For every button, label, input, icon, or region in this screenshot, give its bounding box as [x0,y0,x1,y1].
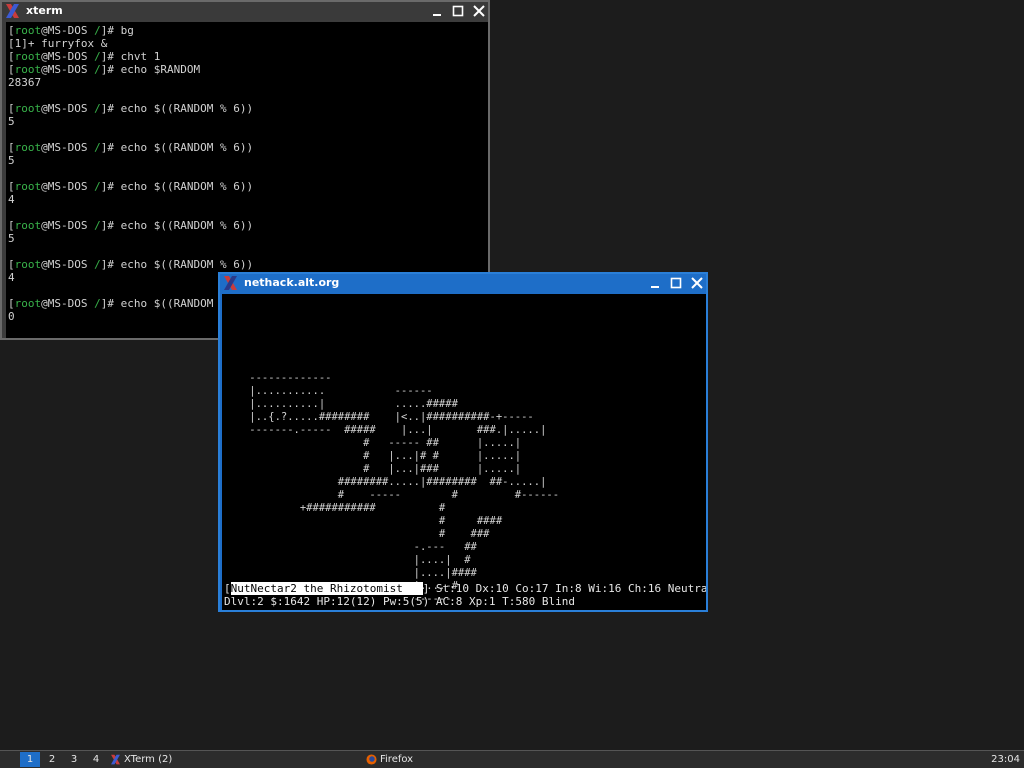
x-logo-icon [6,4,19,18]
terminal-text: bg [120,24,134,37]
task-xterm-label: XTerm (2) [124,754,173,765]
taskbar: 1 2 3 4 XTerm (2) Firefox 23:04 [0,750,1024,768]
nethack-title: nethack.alt.org [244,276,340,289]
character-stats: ] St:10 Dx:10 Co:17 In:8 Wi:16 Ch:16 Neu… [422,582,706,595]
shell-prompt: [root@MS-DOS /]# [8,141,121,154]
status-line-2: Dlvl:2 $:1642 HP:12(12) Pw:5(5) AC:8 Xp:… [224,595,575,608]
terminal-text: 4 [8,193,15,206]
workspace-2[interactable]: 2 [42,752,62,767]
terminal-text: echo $RANDOM [120,63,201,76]
map-row: # #### [224,515,503,527]
terminal-text: 4 [8,271,15,284]
terminal-text: echo $((RANDOM % 6)) [120,141,254,154]
terminal-line: [root@MS-DOS /]# echo $((RANDOM % 6)) [8,258,488,271]
terminal-line: [root@MS-DOS /]# echo $((RANDOM % 6)) [8,180,488,193]
shell-prompt: [root@MS-DOS /]# [8,297,121,310]
terminal-text: echo $((RANDOM % 6)) [120,258,254,271]
shell-prompt: [root@MS-DOS /]# [8,336,121,338]
map-row: -------.----- ##### |...| ###.|.....| [224,424,547,436]
map-row: ########.....|######## ##-.....| [224,476,547,488]
terminal-text: 0 [8,310,15,323]
terminal-text: 5 [8,115,15,128]
workspace-3[interactable]: 3 [64,752,84,767]
clock: 23:04 [991,754,1020,765]
shell-prompt: [root@MS-DOS /]# [8,102,121,115]
terminal-line: [root@MS-DOS /]# echo $RANDOM [8,63,488,76]
shell-prompt: [root@MS-DOS /]# [8,50,121,63]
maximize-icon[interactable] [669,276,683,290]
nethack-titlebar[interactable]: nethack.alt.org [220,274,706,292]
terminal-text: echo $((RANDOM % 6)) [120,219,254,232]
nethack-terminal[interactable]: ------------- |........... ------ |.....… [222,294,706,610]
map-row: # |...|### |.....| [224,463,522,475]
map-row: |..{.?.....######## |<..|##########-+---… [224,411,534,423]
map-row: -.--- ## [224,541,477,553]
map-row: # ### [224,528,490,540]
map-row: # ----- ## |.....| [224,437,522,449]
workspace-4[interactable]: 4 [86,752,106,767]
terminal-text: 28367 [8,76,42,89]
nethack-dungeon-map: ------------- |........... ------ |.....… [222,294,706,610]
shell-prompt: [root@MS-DOS /]# [8,63,121,76]
terminal-line: [root@MS-DOS /]# echo $((RANDOM % 6)) [8,102,488,115]
status-line-1: [NutNectar2 the Rhizotomist ] St:10 Dx:1… [224,582,706,595]
x-icon [111,754,120,765]
map-row: # ----- # #------ [224,489,560,501]
terminal-line: [root@MS-DOS /]# bg [8,24,488,37]
x-logo-icon [224,276,237,290]
nethack-window[interactable]: nethack.alt.org ------------- |.........… [218,272,708,612]
terminal-line: 4 [8,193,488,206]
map-row: +########### # [224,502,446,514]
character-name: NutNectar2 the Rhizotomist [230,582,403,595]
minimize-icon[interactable] [430,4,444,18]
workspace-1[interactable]: 1 [20,752,40,767]
minimize-icon[interactable] [648,276,662,290]
xterm-title: xterm [26,4,63,17]
map-row: |........... ------ [224,385,433,397]
terminal-text: chvt 1 [120,50,161,63]
map-row: |..........| .....##### [224,398,458,410]
terminal-text: echo $((RANDOM % 6)) [120,102,254,115]
maximize-icon[interactable] [451,4,465,18]
map-row: # |...|# # |.....| [224,450,522,462]
map-row: ------------- [224,372,332,384]
terminal-line: [root@MS-DOS /]# echo $((RANDOM % 6)) [8,219,488,232]
terminal-line: 5 [8,154,488,167]
close-icon[interactable] [690,276,704,290]
terminal-text: [1]+ furryfox & [8,37,108,50]
shell-prompt: [root@MS-DOS /]# [8,219,121,232]
terminal-line: 5 [8,115,488,128]
map-row: |....|#### [224,567,477,579]
task-firefox-label: Firefox [380,754,414,765]
terminal-line: [root@MS-DOS /]# echo $((RANDOM % 6)) [8,141,488,154]
close-icon[interactable] [472,4,486,18]
shell-prompt: [root@MS-DOS /]# [8,180,121,193]
terminal-line: [1]+ furryfox & [8,37,488,50]
terminal-text: echo $((RANDOM % 6)) [120,180,254,193]
terminal-line: 5 [8,232,488,245]
terminal-line: 28367 [8,76,488,89]
terminal-line: [root@MS-DOS /]# chvt 1 [8,50,488,63]
xterm-titlebar[interactable]: xterm [2,2,488,20]
firefox-icon [366,754,377,765]
terminal-text: 5 [8,154,15,167]
shell-prompt: [root@MS-DOS /]# [8,258,121,271]
map-row: |....| # [224,554,471,566]
terminal-text: 5 [8,232,15,245]
shell-prompt: [root@MS-DOS /]# [8,24,121,37]
